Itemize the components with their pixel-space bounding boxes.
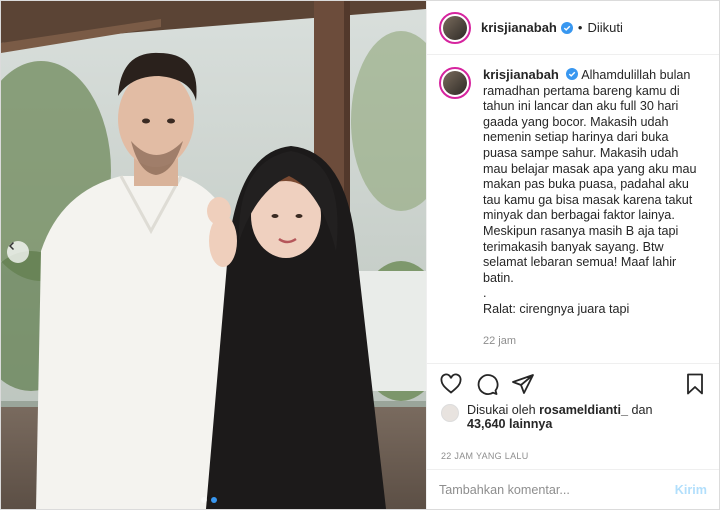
header-username[interactable]: krisjianabah [481, 20, 557, 35]
caption-line: selamat lebaran semua! Maaf lahir [483, 255, 677, 270]
caption-line: makan pas buka puasa, padahal aku [483, 177, 689, 192]
comment-button[interactable] [475, 372, 499, 396]
likes-count[interactable]: 43,640 [467, 417, 506, 431]
send-button[interactable]: Kirim [675, 483, 707, 497]
caption-line: batin. [483, 270, 514, 285]
caption-avatar[interactable] [439, 67, 471, 99]
header-separator: • [577, 20, 583, 35]
caption-line: minyak dan berbagai faktor lainya. [483, 208, 675, 223]
likes-summary: Disukai oleh rosameldianti_ dan 43,640 l… [427, 403, 719, 443]
liker-avatar[interactable] [441, 404, 459, 422]
carousel-indicator [201, 497, 217, 503]
caption-username[interactable]: krisjianabah [483, 67, 559, 82]
post-timestamp[interactable]: 22 JAM YANG LALU [427, 443, 719, 469]
share-icon [512, 373, 534, 394]
like-button[interactable] [439, 372, 463, 396]
post-header: krisjianabah • Diikuti [427, 1, 719, 55]
carousel-dot [201, 497, 207, 503]
caption-line: tau kamu ga bisa masak karena takut [483, 192, 693, 207]
caption-line: tahun ini lancar dan aku full 30 hari [483, 99, 679, 114]
verified-badge-icon [566, 68, 579, 80]
avatar[interactable] [439, 11, 471, 44]
follow-status-button[interactable]: Diikuti [587, 20, 622, 35]
verified-badge-icon [560, 21, 573, 34]
caption-line: mau belajar masak apa yang aku mau [483, 161, 697, 176]
likes-suffix[interactable]: lainnya [509, 417, 552, 431]
caption-line: gaada yang bocor. Makasih udah [483, 114, 669, 129]
caption-line: nemenin setiap harinya dari buka [483, 130, 669, 145]
action-bar [427, 363, 719, 403]
save-button[interactable] [683, 372, 707, 396]
caption-body: krisjianabah Alhamdulillah bulan ramadha… [483, 67, 697, 363]
likes-prefix: Disukai oleh [467, 403, 536, 417]
post-panel: krisjianabah • Diikuti krisjianabah Alha… [426, 1, 719, 509]
heart-icon [440, 373, 462, 394]
caption-line: . [483, 286, 487, 301]
post-caption: krisjianabah Alhamdulillah bulan ramadha… [427, 55, 719, 363]
share-button[interactable] [511, 372, 535, 396]
bookmark-icon [687, 373, 703, 394]
comment-input[interactable] [439, 482, 675, 497]
post-photo[interactable] [1, 1, 426, 509]
instagram-post: krisjianabah • Diikuti krisjianabah Alha… [0, 0, 720, 510]
comment-icon [477, 373, 499, 395]
caption-line: ramadhan pertama bareng kamu di [483, 83, 680, 98]
photo-illustration [1, 1, 426, 509]
caption-line: terimakasih banyak sayang. Btw [483, 239, 664, 254]
likes-conj: dan [631, 403, 653, 417]
carousel-dot-active [211, 497, 217, 503]
liker-username[interactable]: rosameldianti_ [539, 403, 628, 417]
caption-timestamp[interactable]: 22 jam [483, 334, 697, 350]
chevron-left-icon [8, 241, 15, 251]
caption-line: Ralat: cirengnya juara tapi [483, 301, 630, 316]
caption-line: Alhamdulillah bulan [581, 68, 691, 82]
carousel-prev-button[interactable] [7, 241, 29, 263]
comment-box: Kirim [427, 469, 719, 509]
caption-line: puasa sampe sahur. Makasih udah [483, 145, 679, 160]
caption-line: Meskipun rasanya masih B aja tapi [483, 223, 679, 238]
